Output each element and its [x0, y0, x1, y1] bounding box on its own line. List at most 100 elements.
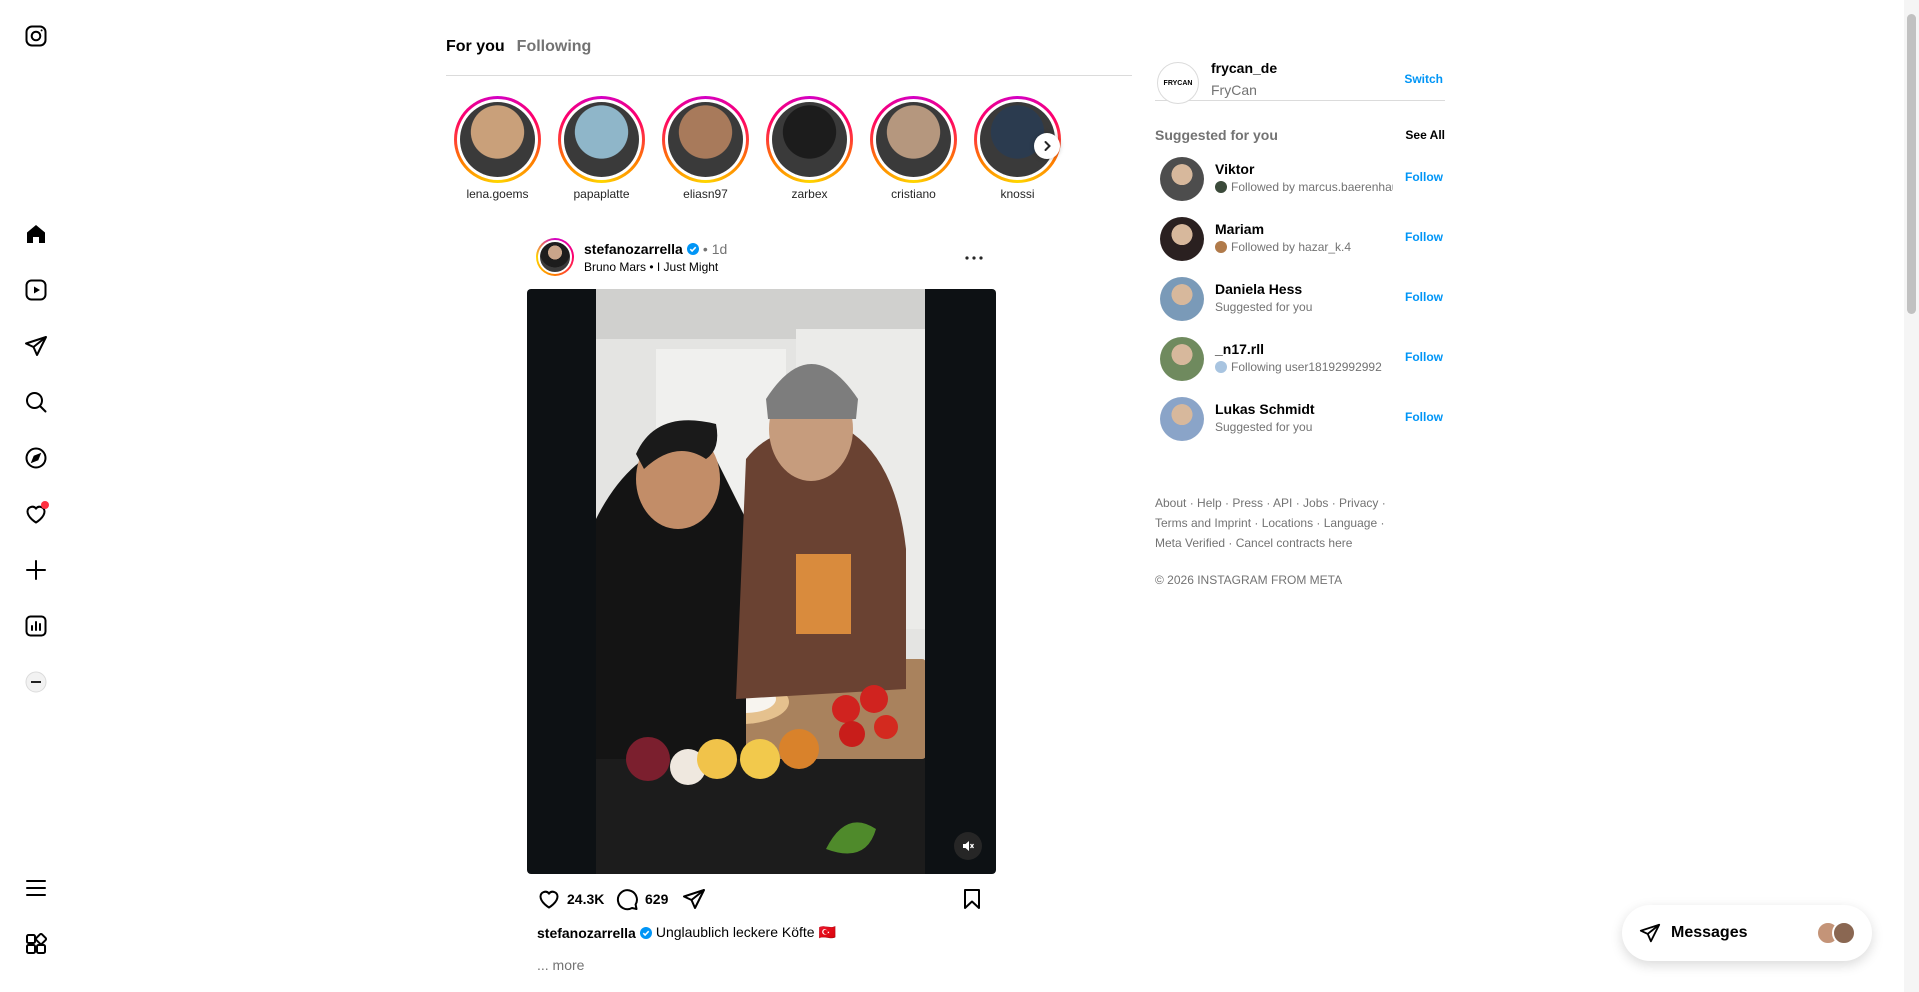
- post-header: stefanozarrella • 1d Bruno Mars • I Just…: [527, 236, 996, 282]
- story-ring: [558, 96, 645, 183]
- suggestions-header: Suggested for you See All: [1155, 121, 1445, 149]
- footer-line-1[interactable]: About · Help · Press · API · Jobs · Priv…: [1155, 493, 1445, 513]
- story-item[interactable]: cristiano: [870, 96, 957, 206]
- avatar[interactable]: [1160, 337, 1204, 381]
- like-button[interactable]: 24.3K: [537, 887, 604, 911]
- story-ring: [454, 96, 541, 183]
- suggestion-name[interactable]: Viktor: [1215, 161, 1254, 177]
- story-username: lena.goems: [466, 187, 529, 201]
- story-username: zarbex: [791, 187, 828, 201]
- suggestion-name[interactable]: Mariam: [1215, 221, 1264, 237]
- post-author-avatar[interactable]: [536, 238, 574, 276]
- tab-for-you[interactable]: For you: [446, 38, 505, 75]
- footer-links: About · Help · Press · API · Jobs · Priv…: [1155, 493, 1445, 553]
- follow-button[interactable]: Follow: [1405, 170, 1443, 184]
- caption-username[interactable]: stefanozarrella: [537, 925, 636, 941]
- avatar: [460, 102, 535, 177]
- avatar: [564, 102, 639, 177]
- search-icon[interactable]: [20, 386, 52, 418]
- avatar[interactable]: [1160, 397, 1204, 441]
- story-username: eliasn97: [683, 187, 728, 201]
- stories-tray: lena.goems papaplatte eliasn97 zarbex cristi…: [454, 96, 1064, 206]
- story-item[interactable]: lena.goems: [454, 96, 541, 206]
- story-item[interactable]: zarbex: [766, 96, 853, 206]
- dashboard-icon[interactable]: [20, 610, 52, 642]
- post-actions: 24.3K 629: [527, 874, 996, 924]
- more-options-icon[interactable]: [962, 246, 986, 270]
- messages-label: Messages: [1671, 924, 1748, 941]
- account-avatar[interactable]: FRYCAN: [1157, 62, 1199, 104]
- switch-account-button[interactable]: Switch: [1404, 72, 1443, 86]
- avatar: [1832, 921, 1856, 945]
- story-item[interactable]: papaplatte: [558, 96, 645, 206]
- post-video[interactable]: [527, 289, 996, 874]
- current-account: FRYCAN frycan_de FryCan Switch: [1155, 56, 1445, 104]
- like-count: 24.3K: [567, 891, 605, 907]
- suggestion-name[interactable]: Lukas Schmidt: [1215, 401, 1315, 417]
- also-from-meta-icon[interactable]: [20, 928, 52, 960]
- verified-badge-icon: [639, 926, 652, 939]
- post-video-frame: [596, 289, 925, 874]
- avatar[interactable]: [1160, 217, 1204, 261]
- suggestion-row: Viktor Followed by marcus.baerenhaus Follo…: [1155, 149, 1445, 209]
- story-username: knossi: [1000, 187, 1035, 201]
- reels-icon[interactable]: [20, 274, 52, 306]
- suggestion-name[interactable]: Daniela Hess: [1215, 281, 1302, 297]
- explore-icon[interactable]: [20, 442, 52, 474]
- verified-badge-icon: [686, 243, 699, 255]
- avatar[interactable]: [1160, 277, 1204, 321]
- suggestion-row: Mariam Followed by hazar_k.4 Follow: [1155, 209, 1445, 269]
- page-scrollbar[interactable]: [1904, 0, 1919, 992]
- notification-dot: [41, 501, 49, 509]
- stories-next-button[interactable]: [1034, 133, 1060, 159]
- speaker-muted-icon: [963, 841, 975, 851]
- create-plus-icon[interactable]: [20, 554, 52, 586]
- story-ring: [662, 96, 749, 183]
- suggestions-list: Viktor Followed by marcus.baerenhaus Follo…: [1155, 149, 1445, 449]
- account-username[interactable]: frycan_de: [1211, 60, 1277, 76]
- post-audio[interactable]: Bruno Mars • I Just Might: [584, 260, 718, 274]
- mutual-avatar: [1215, 181, 1227, 193]
- suggestion-name[interactable]: _n17.rll: [1215, 341, 1264, 357]
- story-item[interactable]: eliasn97: [662, 96, 749, 206]
- footer-line-2[interactable]: Terms and Imprint · Locations · Language…: [1155, 513, 1445, 533]
- caption-more-link[interactable]: ... more: [527, 957, 996, 973]
- suggestion-subtitle-text: Followed by hazar_k.4: [1231, 240, 1352, 254]
- feed-post: stefanozarrella • 1d Bruno Mars • I Just…: [527, 236, 996, 973]
- save-button[interactable]: [960, 887, 984, 911]
- messages-button[interactable]: Messages: [1622, 905, 1872, 961]
- suggestion-subtitle: Following user18192992992: [1215, 360, 1393, 374]
- share-button[interactable]: [682, 887, 706, 911]
- post-timestamp: 1d: [711, 241, 728, 257]
- comment-button[interactable]: 629: [615, 887, 668, 911]
- chevron-right-icon: [1044, 141, 1051, 151]
- messages-avatars: [1816, 921, 1856, 945]
- heart-icon: [539, 890, 559, 909]
- avatar[interactable]: [1160, 157, 1204, 201]
- tab-following[interactable]: Following: [517, 38, 592, 75]
- suggestion-subtitle: Followed by marcus.baerenhaus: [1215, 180, 1393, 194]
- follow-button[interactable]: Follow: [1405, 230, 1443, 244]
- notifications-heart-icon[interactable]: [20, 498, 52, 530]
- follow-button[interactable]: Follow: [1405, 410, 1443, 424]
- follow-button[interactable]: Follow: [1405, 350, 1443, 364]
- bookmark-icon: [964, 889, 980, 909]
- footer-line-3[interactable]: Meta Verified · Cancel contracts here: [1155, 533, 1445, 553]
- follow-button[interactable]: Follow: [1405, 290, 1443, 304]
- suggestions-title: Suggested for you: [1155, 127, 1278, 143]
- instagram-logo-icon[interactable]: [20, 20, 52, 52]
- suggestion-row: _n17.rll Following user18192992992 Follow: [1155, 329, 1445, 389]
- comment-count: 629: [645, 891, 669, 907]
- menu-icon[interactable]: [20, 872, 52, 904]
- home-icon[interactable]: [20, 218, 52, 250]
- story-username: cristiano: [891, 187, 936, 201]
- direct-messages-icon[interactable]: [20, 330, 52, 362]
- profile-avatar-icon[interactable]: [20, 666, 52, 698]
- see-all-link[interactable]: See All: [1405, 128, 1445, 142]
- scrollbar-thumb[interactable]: [1907, 14, 1916, 314]
- suggestion-subtitle: Suggested for you: [1215, 300, 1393, 314]
- post-username[interactable]: stefanozarrella: [584, 241, 683, 257]
- story-ring: [870, 96, 957, 183]
- post-author: stefanozarrella • 1d: [584, 241, 727, 257]
- mute-toggle-button[interactable]: [954, 832, 982, 860]
